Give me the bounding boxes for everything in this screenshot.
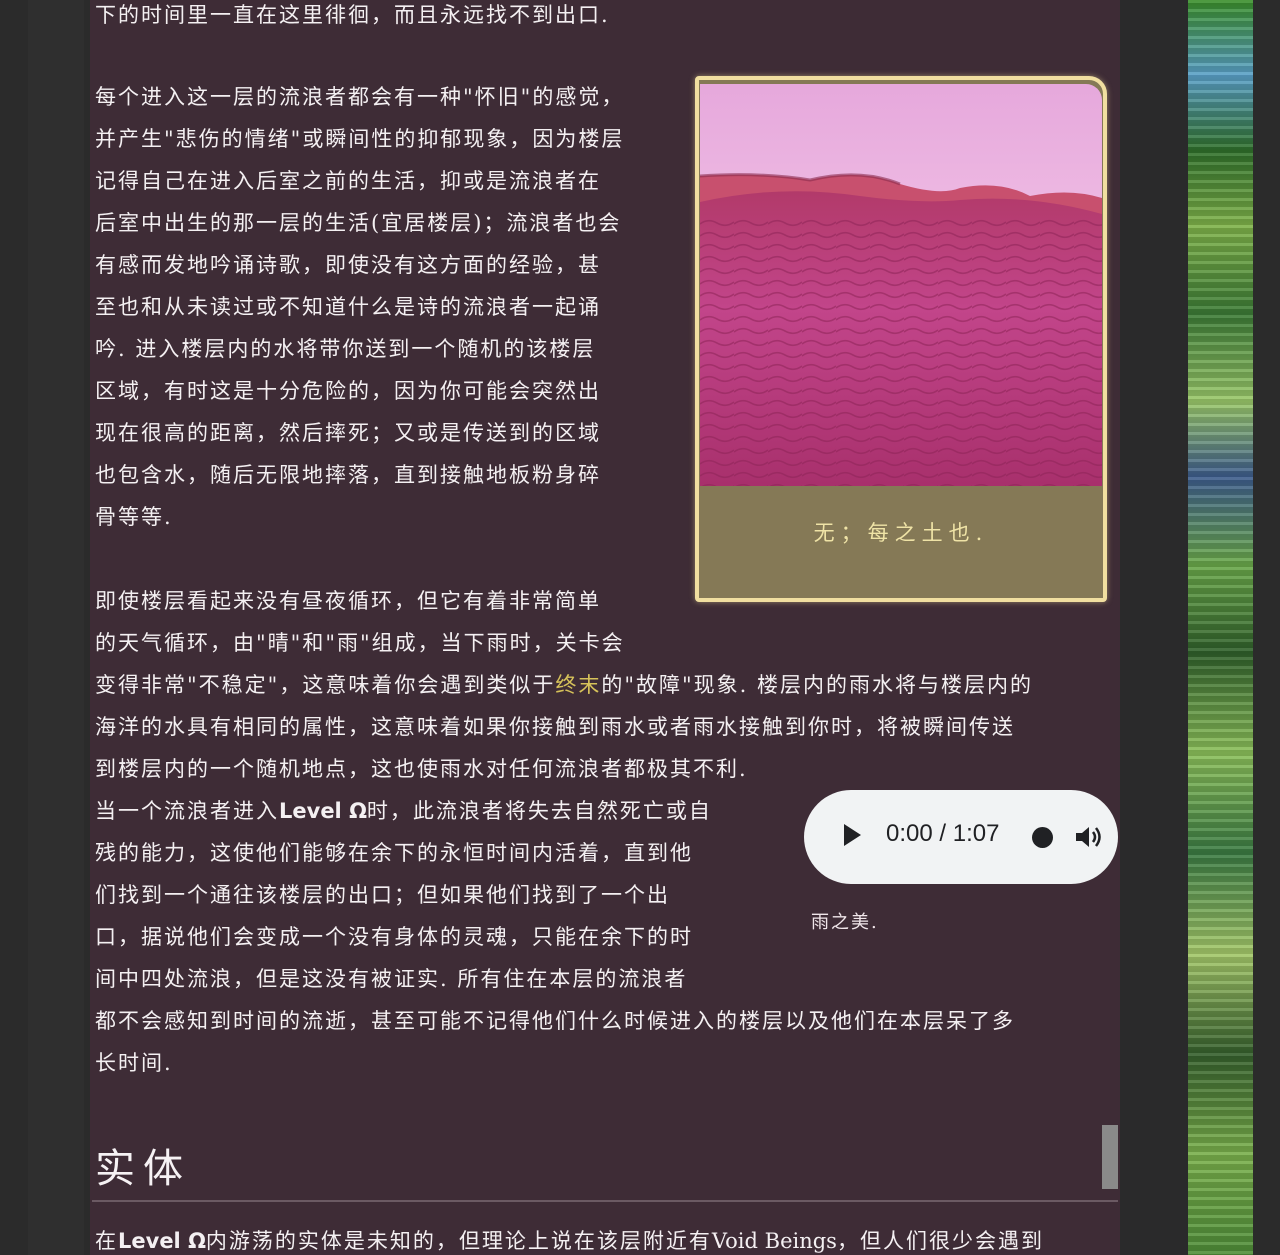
volume-icon[interactable] [1074, 824, 1104, 850]
paragraph-line: 海洋的水具有相同的属性，这意味着如果你接触到雨水或者雨水接触到你时，将被瞬间传送 [95, 715, 1015, 739]
paragraph-line: 当一个流浪者进入Level Ω时，此流浪者将失去自然死亡或自 [95, 790, 712, 832]
paragraph-line: 都不会感知到时间的流逝，甚至可能不记得他们什么时候进入的楼层以及他们在本层呆了多 [95, 1009, 1015, 1033]
text-span: 内游荡的实体是未知的，但理论上说在该层附近有 [205, 1229, 712, 1253]
paragraph-line: 残的能力，这使他们能够在余下的永恒时间内活着，直到他 [95, 841, 693, 865]
right-gap [1120, 0, 1188, 1255]
left-margin [0, 0, 90, 1255]
text-span: 在 [95, 1229, 118, 1253]
record-icon[interactable] [1032, 827, 1053, 848]
article-content: 下的时间里一直在这里徘徊，而且永远找不到出口. 每个进入这一层的流浪者都会有一种… [90, 0, 1120, 1255]
level-omega-text: Level Ω [279, 799, 367, 823]
text-span: 时，此流浪者将失去自然死亡或自 [366, 799, 712, 823]
audio-player[interactable]: 0:00 / 1:07 [804, 790, 1118, 884]
paragraph-line: 每个进入这一层的流浪者都会有一种"怀旧"的感觉， [95, 85, 625, 109]
text-span: ，但人们很少会遇到 [836, 1229, 1044, 1253]
text-span: 当一个流浪者进入 [95, 799, 279, 823]
paragraph-line: 到楼层内的一个随机地点，这也使雨水对任何流浪者都极其不利. [95, 757, 748, 781]
paragraph-line: 下的时间里一直在这里徘徊，而且永远找不到出口. [95, 3, 610, 27]
paragraph-line: 骨等等. [95, 505, 173, 529]
pink-desert-image [700, 84, 1102, 486]
paragraph-line: 至也和从未读过或不知道什么是诗的流浪者一起诵 [95, 295, 601, 319]
paragraph-line: 即使楼层看起来没有昼夜循环，但它有着非常简单 [95, 589, 601, 613]
section-heading-entities: 实体 [95, 1146, 191, 1192]
paragraph-line: 有感而发地吟诵诗歌，即使没有这方面的经验，甚 [95, 253, 601, 277]
paragraph-line: 间中四处流浪，但是这没有被证实. 所有住在本层的流浪者 [95, 967, 688, 991]
paragraph-line: 们找到一个通往该楼层的出口；但如果他们找到了一个出 [95, 883, 670, 907]
heading-divider [92, 1200, 1118, 1202]
right-margin [1253, 0, 1280, 1255]
left-margin-inner [28, 0, 84, 1255]
level-omega-text: Level Ω [118, 1229, 206, 1253]
paragraph-line: 并产生"悲伤的情绪"或瞬间性的抑郁现象，因为楼层 [95, 127, 625, 151]
paragraph-line: 区域，有时这是十分危险的，因为你可能会突然出 [95, 379, 601, 403]
paragraph-line: 吟. 进入楼层内的水将带你送到一个随机的该楼层 [95, 337, 596, 361]
image-caption: 无；每之土也. [813, 521, 989, 545]
paragraph-line: 现在很高的距离，然后摔死；又或是传送到的区域 [95, 421, 601, 445]
paragraph-line: 后室中出生的那一层的生活(宜居楼层)；流浪者也会 [95, 211, 622, 235]
void-beings-text: Void Beings [711, 1229, 837, 1253]
scrollbar-thumb[interactable] [1102, 1125, 1118, 1189]
audio-caption: 雨之美. [811, 912, 879, 933]
paragraph-line: 长时间. [95, 1051, 173, 1075]
paragraph-line: 的天气循环，由"晴"和"雨"组成，当下雨时，关卡会 [95, 631, 625, 655]
paragraph-line: 变得非常"不稳定"，这意味着你会遇到类似于终末的"故障"现象. 楼层内的雨水将与… [95, 664, 1033, 706]
image-figure: 无；每之土也. [695, 76, 1107, 602]
paragraph-line: 也包含水，随后无限地摔落，直到接触地板粉身碎 [95, 463, 601, 487]
paragraph-line: 在Level Ω内游荡的实体是未知的，但理论上说在该层附近有Void Being… [95, 1220, 1044, 1255]
paragraph-line: 记得自己在进入后室之前的生活，抑或是流浪者在 [95, 169, 601, 193]
side-image-strip [1188, 0, 1253, 1255]
text-span: 的"故障"现象. 楼层内的雨水将与楼层内的 [601, 673, 1033, 697]
audio-time: 0:00 / 1:07 [886, 820, 1000, 847]
text-span: 变得非常"不稳定"，这意味着你会遇到类似于 [95, 673, 556, 697]
zhongmo-link[interactable]: 终末 [555, 673, 601, 697]
play-icon[interactable] [844, 824, 861, 846]
paragraph-line: 口，据说他们会变成一个没有身体的灵魂，只能在余下的时 [95, 925, 693, 949]
